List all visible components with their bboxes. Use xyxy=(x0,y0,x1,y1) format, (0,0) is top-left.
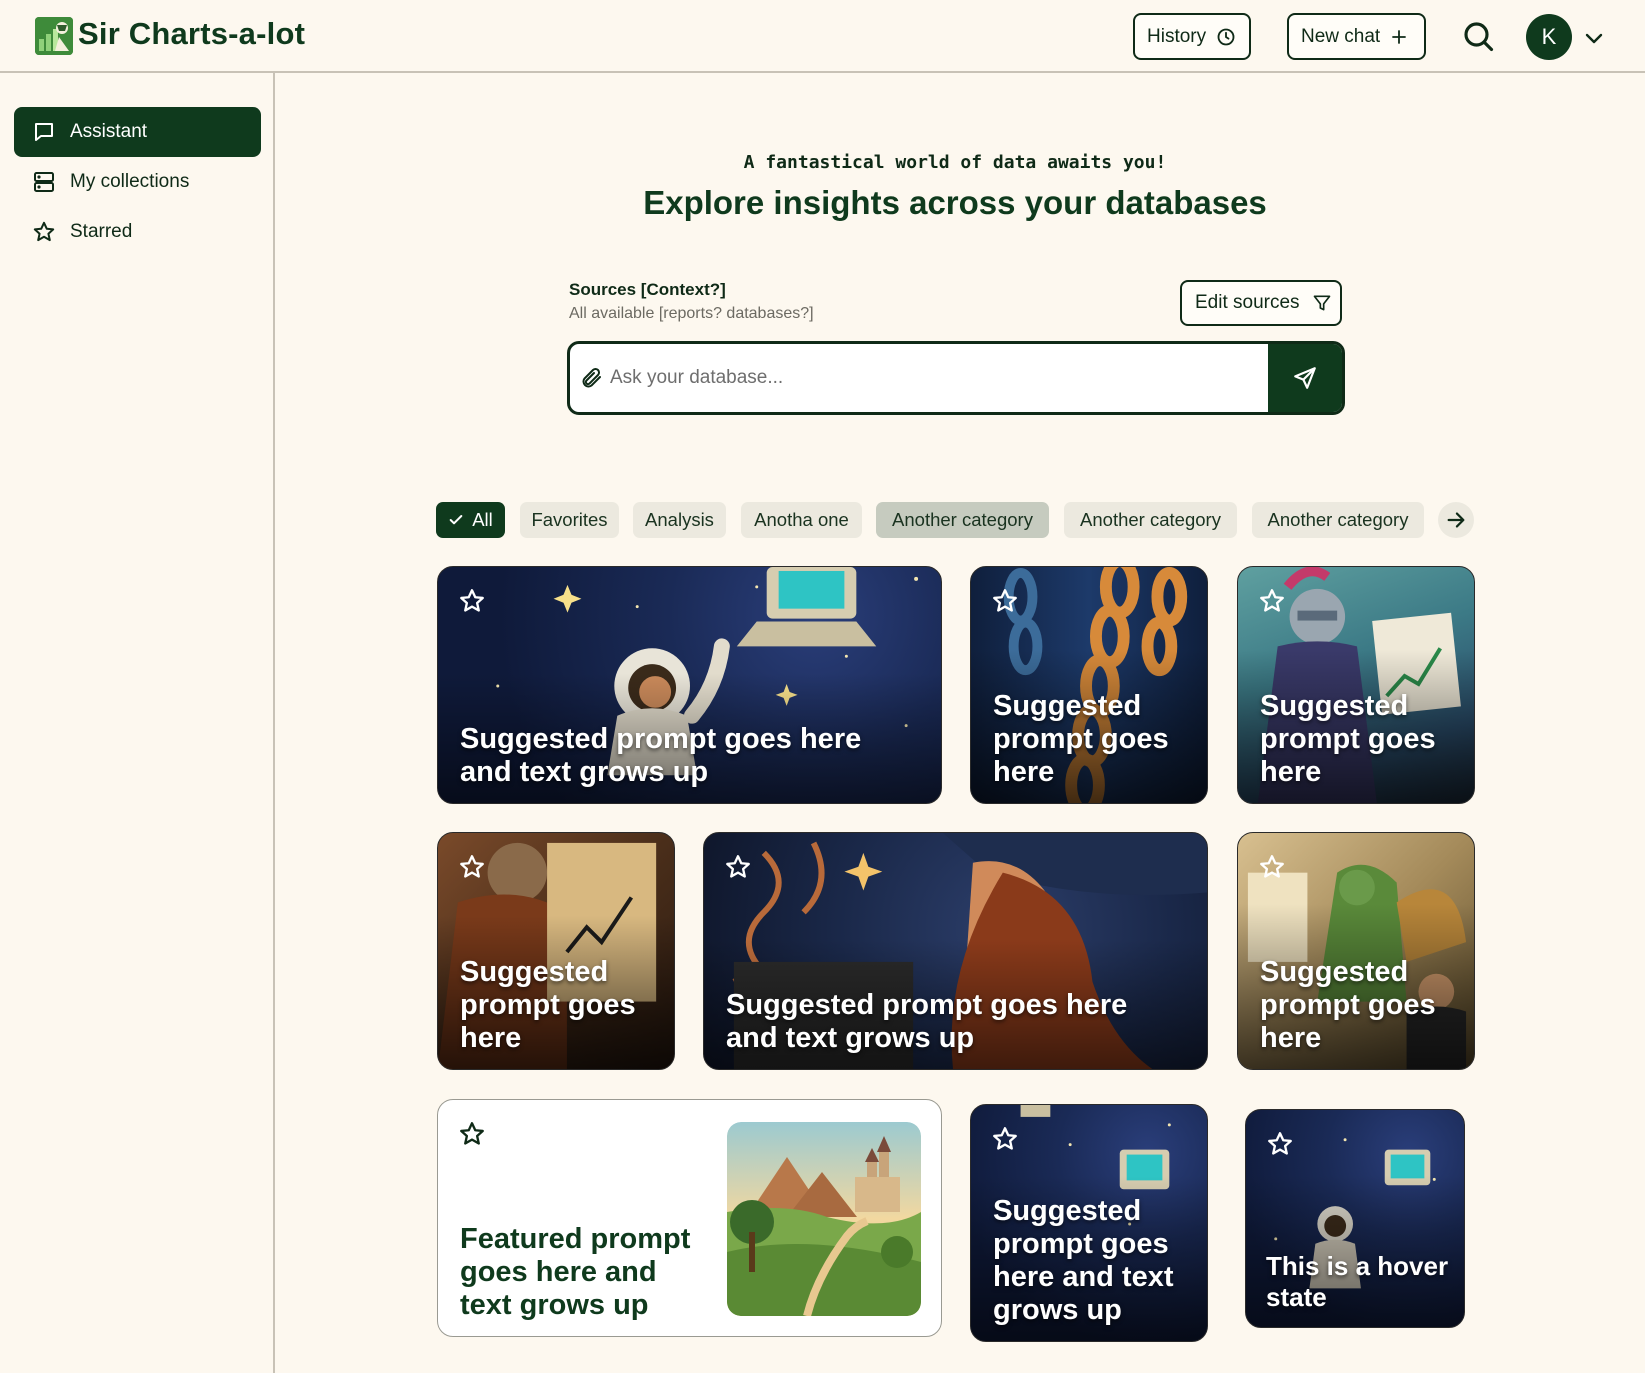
chip-another-category[interactable]: Another category xyxy=(876,502,1049,538)
chevron-down-icon xyxy=(1585,33,1603,44)
sidebar-item-starred[interactable]: Starred xyxy=(14,207,261,257)
prompt-card[interactable]: Suggested prompt goes here and text grow… xyxy=(437,566,942,804)
send-icon xyxy=(1294,367,1316,389)
sidebar-item-label: My collections xyxy=(70,171,190,192)
top-header: Sir Charts-a-lot History New chat K xyxy=(0,0,1645,73)
star-icon[interactable] xyxy=(724,853,752,881)
app-title: Sir Charts-a-lot xyxy=(78,16,306,51)
star-icon[interactable] xyxy=(458,853,486,881)
card-text: Featured prompt goes here and text grows… xyxy=(460,1223,691,1321)
prompt-card[interactable]: Suggested prompt goes here xyxy=(1237,566,1475,804)
prompt-card[interactable]: Suggested prompt goes here and text grow… xyxy=(970,1104,1208,1342)
prompt-card[interactable]: Suggested prompt goes here and text grow… xyxy=(703,832,1208,1070)
chip-anotha-one[interactable]: Anotha one xyxy=(741,502,862,538)
history-button-label: History xyxy=(1147,25,1207,47)
chip-label: Analysis xyxy=(645,509,714,530)
chip-another-category[interactable]: Another category xyxy=(1064,502,1237,538)
card-text: Suggested prompt goes here and text grow… xyxy=(460,723,862,788)
filter-icon xyxy=(1313,295,1330,311)
star-icon[interactable] xyxy=(991,1125,1019,1153)
star-icon[interactable] xyxy=(1266,1130,1294,1158)
card-text: Suggested prompt goes here xyxy=(993,690,1169,788)
history-button[interactable]: History xyxy=(1133,13,1251,60)
stack-icon xyxy=(34,172,54,192)
chips-scroll-right-button[interactable] xyxy=(1438,502,1474,538)
featured-prompt-card[interactable]: Featured prompt goes here and text grows… xyxy=(437,1099,942,1337)
chip-label: Anotha one xyxy=(754,509,849,530)
chip-analysis[interactable]: Analysis xyxy=(633,502,726,538)
clock-icon xyxy=(1217,28,1235,45)
avatar[interactable]: K xyxy=(1526,14,1572,60)
star-icon[interactable] xyxy=(458,587,486,615)
sources-subtitle: All available [reports? databases?] xyxy=(569,305,814,322)
account-menu-toggle[interactable] xyxy=(1582,26,1606,50)
chip-label: All xyxy=(472,509,493,530)
edit-sources-label: Edit sources xyxy=(1195,292,1300,313)
edit-sources-button[interactable]: Edit sources xyxy=(1180,280,1342,326)
card-text: Suggested prompt goes here xyxy=(1260,690,1436,788)
ask-box xyxy=(567,341,1345,415)
chip-all[interactable]: All xyxy=(436,502,505,538)
avatar-initial: K xyxy=(1541,24,1557,49)
star-icon[interactable] xyxy=(458,1120,486,1148)
card-text: Suggested prompt goes here xyxy=(460,956,636,1054)
star-icon[interactable] xyxy=(1258,587,1286,615)
star-icon[interactable] xyxy=(991,587,1019,615)
prompt-card-hover[interactable]: This is a hover state xyxy=(1245,1109,1465,1328)
attach-button[interactable] xyxy=(580,366,604,390)
send-button[interactable] xyxy=(1268,344,1342,412)
prompt-card[interactable]: Suggested prompt goes here xyxy=(437,832,675,1070)
sidebar-item-label: Assistant xyxy=(70,121,148,142)
new-chat-button[interactable]: New chat xyxy=(1287,13,1426,60)
star-icon xyxy=(33,221,55,242)
arrow-right-icon xyxy=(1447,512,1465,528)
chip-another-category[interactable]: Another category xyxy=(1252,502,1424,538)
page-title: Explore insights across your databases xyxy=(643,184,1267,221)
chat-bubble-icon xyxy=(35,123,53,141)
sidebar-item-my-collections[interactable]: My collections xyxy=(14,157,261,207)
app-logo xyxy=(35,17,73,55)
prompt-card[interactable]: Suggested prompt goes here xyxy=(1237,832,1475,1070)
card-text: This is a hover state xyxy=(1266,1251,1449,1312)
tagline: A fantastical world of data awaits you! xyxy=(743,152,1167,173)
castle-landscape-image xyxy=(727,1122,921,1316)
search-icon xyxy=(1464,22,1494,52)
chip-label: Favorites xyxy=(531,509,608,530)
new-chat-button-label: New chat xyxy=(1301,25,1381,47)
sources-title: Sources [Context?] xyxy=(569,280,726,299)
chip-label: Another category xyxy=(892,509,1033,530)
chip-label: Another category xyxy=(1080,509,1221,530)
ask-input[interactable] xyxy=(610,344,1270,412)
sidebar-item-assistant[interactable]: Assistant xyxy=(14,107,261,157)
star-icon[interactable] xyxy=(1258,853,1286,881)
plus-icon xyxy=(1392,29,1407,44)
paperclip-icon xyxy=(582,367,601,388)
card-text: Suggested prompt goes here and text grow… xyxy=(993,1195,1174,1326)
chip-favorites[interactable]: Favorites xyxy=(520,502,619,538)
sidebar: Assistant My collections Starred xyxy=(0,73,275,1373)
card-text: Suggested prompt goes here and text grow… xyxy=(726,989,1128,1054)
chip-label: Another category xyxy=(1267,509,1409,530)
sidebar-item-label: Starred xyxy=(70,221,133,242)
prompt-card[interactable]: Suggested prompt goes here xyxy=(970,566,1208,804)
card-text: Suggested prompt goes here xyxy=(1260,956,1436,1054)
search-button[interactable] xyxy=(1460,18,1496,54)
check-icon xyxy=(449,515,463,525)
